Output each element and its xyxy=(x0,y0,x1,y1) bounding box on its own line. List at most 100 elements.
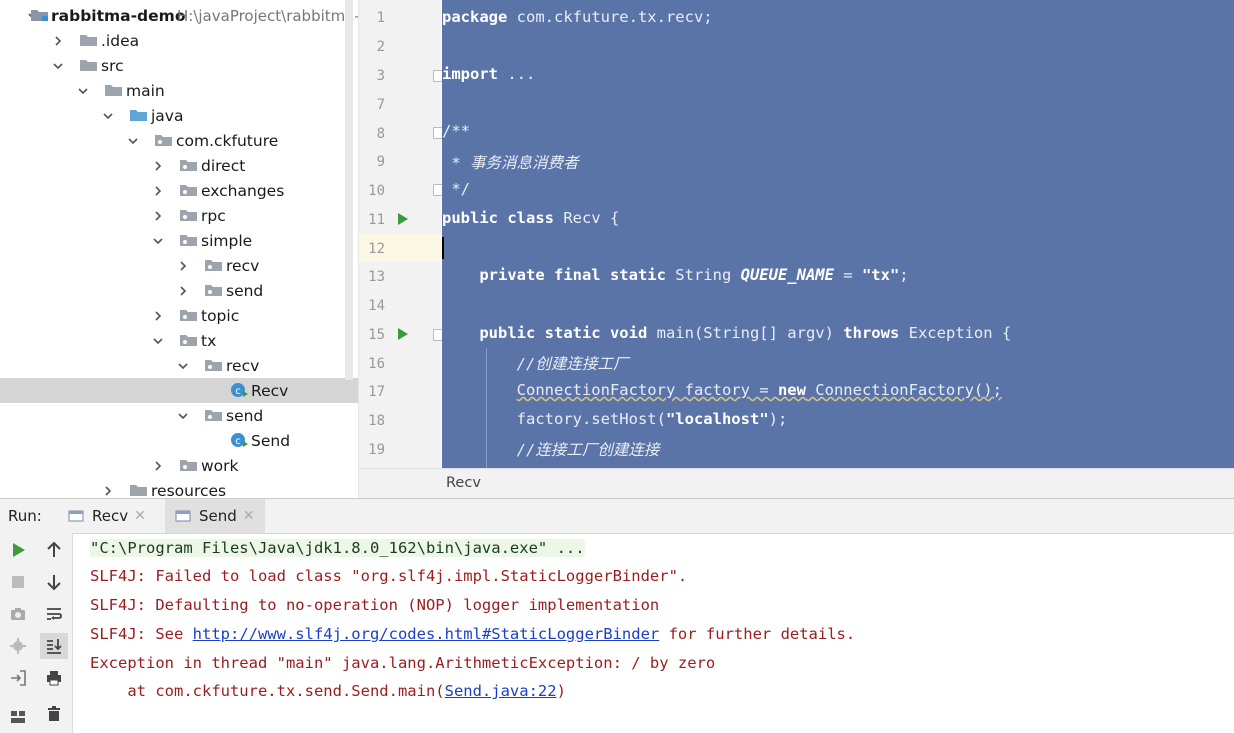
rerun-icon[interactable] xyxy=(4,537,32,563)
code-line: public static void main(String[] argv) t… xyxy=(479,324,1012,342)
line-number: 17 xyxy=(368,384,385,400)
tab-recv[interactable]: Recv ✕ xyxy=(60,499,154,533)
tree-item-label: src xyxy=(101,56,124,75)
tree-item-rabbitma-demo[interactable]: rabbitma-demo H:\javaProject\rabbitma- xyxy=(0,3,358,28)
console-tab-icon xyxy=(175,510,191,522)
java-class-icon: c xyxy=(229,432,249,448)
console-output[interactable]: "C:\Program Files\Java\jdk1.8.0_162\bin\… xyxy=(90,533,1230,733)
tree-item-com-ckfuture[interactable]: com.ckfuture xyxy=(0,128,358,153)
chevron-down-icon[interactable] xyxy=(49,57,67,75)
tree-item-label: .idea xyxy=(101,31,140,50)
chevron-right-icon[interactable] xyxy=(149,207,167,225)
tree-item-recv[interactable]: recv xyxy=(0,353,358,378)
camera-icon[interactable] xyxy=(4,601,32,627)
console-line: at com.ckfuture.tx.send.Send.main(Send.j… xyxy=(90,682,566,700)
debug-settings-icon[interactable] xyxy=(4,633,32,659)
soft-wrap-icon[interactable] xyxy=(40,601,68,627)
print-icon[interactable] xyxy=(40,665,68,691)
chevron-right-icon[interactable] xyxy=(149,307,167,325)
stop-icon[interactable] xyxy=(4,569,32,595)
console-line: SLF4J: See http://www.slf4j.org/codes.ht… xyxy=(90,625,855,643)
chevron-down-icon[interactable] xyxy=(174,407,192,425)
code-line: ConnectionFactory factory = new Connecti… xyxy=(516,381,1002,399)
java-class-icon: c xyxy=(229,382,249,398)
tree-item-send[interactable]: send xyxy=(0,278,358,303)
line-number: 19 xyxy=(368,442,385,458)
line-number: 15 xyxy=(368,327,385,343)
tree-item-direct[interactable]: direct xyxy=(0,153,358,178)
chevron-down-icon[interactable] xyxy=(149,332,167,350)
tree-item-src[interactable]: src xyxy=(0,53,358,78)
console-line: SLF4J: Defaulting to no-operation (NOP) … xyxy=(90,596,660,614)
tree-item-label: rpc xyxy=(201,206,226,225)
tree-item-label: exchanges xyxy=(201,181,285,200)
package-icon xyxy=(204,407,224,423)
tree-item-label: topic xyxy=(201,306,240,325)
chevron-right-icon[interactable] xyxy=(49,32,67,50)
code-line: //创建连接工厂 xyxy=(442,355,629,373)
console-link[interactable]: http://www.slf4j.org/codes.html#StaticLo… xyxy=(193,625,660,643)
exit-icon[interactable] xyxy=(4,665,32,691)
chevron-right-icon[interactable] xyxy=(149,182,167,200)
close-icon[interactable]: ✕ xyxy=(243,508,255,524)
down-arrow-icon[interactable] xyxy=(40,569,68,595)
tree-item-exchanges[interactable]: exchanges xyxy=(0,178,358,203)
tree-item-resources[interactable]: resources xyxy=(0,478,358,497)
tree-scrollbar[interactable] xyxy=(345,0,353,380)
tree-item-label: recv xyxy=(226,256,260,275)
package-icon xyxy=(204,282,224,298)
package-icon xyxy=(179,207,199,223)
chevron-right-icon[interactable] xyxy=(99,482,117,498)
layout-icon[interactable] xyxy=(4,703,32,729)
package-icon xyxy=(179,232,199,248)
tree-item--idea[interactable]: .idea xyxy=(0,28,358,53)
chevron-down-icon[interactable] xyxy=(74,82,92,100)
run-class-icon[interactable] xyxy=(397,211,409,225)
tree-item-topic[interactable]: topic xyxy=(0,303,358,328)
line-number: 18 xyxy=(368,413,385,429)
package-icon xyxy=(179,457,199,473)
chevron-right-icon[interactable] xyxy=(149,157,167,175)
tree-item-recv[interactable]: recv xyxy=(0,253,358,278)
line-number: 14 xyxy=(368,298,385,314)
scroll-to-end-icon[interactable] xyxy=(40,633,68,659)
close-icon[interactable]: ✕ xyxy=(134,508,146,524)
tree-item-tx[interactable]: tx xyxy=(0,328,358,353)
up-arrow-icon[interactable] xyxy=(40,537,68,563)
package-icon xyxy=(179,307,199,323)
tree-item-recv[interactable]: c Recv xyxy=(0,378,358,403)
chevron-right-icon[interactable] xyxy=(174,257,192,275)
console-line: Exception in thread "main" java.lang.Ari… xyxy=(90,654,716,672)
svg-text:c: c xyxy=(235,436,241,447)
tree-item-send[interactable]: send xyxy=(0,403,358,428)
line-number: 2 xyxy=(376,39,385,55)
stacktrace-link[interactable]: Send.java:22 xyxy=(445,682,557,700)
trash-icon[interactable] xyxy=(40,701,68,727)
chevron-down-icon[interactable] xyxy=(124,132,142,150)
source-folder-icon xyxy=(129,107,149,123)
line-number: 8 xyxy=(376,126,385,142)
line-number: 16 xyxy=(368,356,385,372)
chevron-down-icon[interactable] xyxy=(99,107,117,125)
run-label: Run: xyxy=(8,507,42,525)
package-icon xyxy=(204,357,224,373)
tree-item-rpc[interactable]: rpc xyxy=(0,203,358,228)
chevron-down-icon[interactable] xyxy=(149,232,167,250)
tree-item-work[interactable]: work xyxy=(0,453,358,478)
project-tree[interactable]: rabbitma-demo H:\javaProject\rabbitma- .id… xyxy=(0,0,359,497)
chevron-right-icon[interactable] xyxy=(149,457,167,475)
tab-label: Send xyxy=(199,507,237,525)
breadcrumb-item[interactable]: Recv xyxy=(446,475,481,491)
tree-item-send[interactable]: c Send xyxy=(0,428,358,453)
tree-item-simple[interactable]: simple xyxy=(0,228,358,253)
tree-item-java[interactable]: java xyxy=(0,103,358,128)
run-main-icon[interactable] xyxy=(397,326,409,340)
chevron-right-icon[interactable] xyxy=(174,282,192,300)
chevron-down-icon[interactable] xyxy=(174,357,192,375)
tab-send[interactable]: Send ✕ xyxy=(165,499,265,533)
tree-item-label: direct xyxy=(201,156,246,175)
tree-item-main[interactable]: main xyxy=(0,78,358,103)
console-text: ) xyxy=(556,682,566,700)
breadcrumb: Recv xyxy=(359,468,1234,499)
code-line: /** xyxy=(442,122,470,140)
